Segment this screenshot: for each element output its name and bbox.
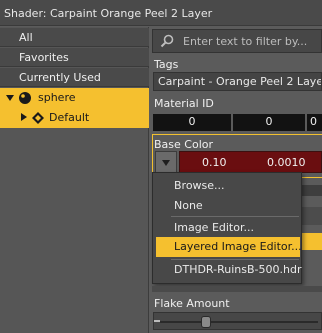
search-bar [152,29,322,53]
menu-divider [171,259,299,260]
material-id-field[interactable]: 0 [153,114,231,131]
menu-item-layered-image-editor[interactable]: Layered Image Editor... [156,237,302,257]
search-input[interactable] [183,33,322,49]
slider-handle[interactable] [201,316,211,328]
menu-item-none[interactable]: None [174,199,203,212]
search-icon [160,34,174,48]
sidebar-item-currently-used[interactable]: Currently Used [0,68,149,87]
material-id-field[interactable]: 0 [233,114,305,131]
sphere-icon [19,92,31,104]
color-value: 0.0010 [267,156,306,169]
material-id-label: Material ID [154,97,214,110]
tree-item-label: sphere [38,91,76,104]
hidden-control [302,207,322,225]
base-color-field[interactable]: 0.10 0.0010 [179,151,322,173]
base-color-label: Base Color [154,138,214,151]
sidebar: All Favorites Currently Used sphere Defa… [0,27,149,333]
material-id-field[interactable]: 0 [307,114,322,131]
menu-divider [171,216,299,217]
expand-right-icon[interactable] [21,113,27,121]
map-dropdown-menu: Browse... None Image Editor... Layered I… [152,172,302,284]
expand-down-icon[interactable] [6,95,14,101]
flake-amount-label: Flake Amount [154,297,230,310]
divider [152,286,322,292]
tags-label: Tags [154,58,179,71]
tree-item-label: Default [49,111,90,124]
menu-item-browse[interactable]: Browse... [174,179,225,192]
tags-value: Carpaint - Orange Peel 2 Layer [153,72,322,91]
tree-item-default[interactable]: Default [0,108,149,128]
hidden-control [302,233,322,250]
chevron-down-icon [162,160,170,166]
window-title: Shader: Carpaint Orange Peel 2 Layer [0,0,322,26]
tree-item-sphere[interactable]: sphere [0,88,149,108]
sidebar-item-all[interactable]: All [0,28,149,47]
flake-amount-slider[interactable] [153,312,322,330]
surface-icon [32,112,44,124]
slider-line [160,321,318,323]
color-value: 0.10 [202,156,227,169]
menu-item-recent-file[interactable]: DTHDR-RuinsB-500.hdr [174,263,301,276]
menu-item-image-editor[interactable]: Image Editor... [174,221,254,234]
map-menu-button[interactable] [155,151,177,173]
sidebar-item-favorites[interactable]: Favorites [0,48,149,67]
hidden-control [302,185,322,196]
